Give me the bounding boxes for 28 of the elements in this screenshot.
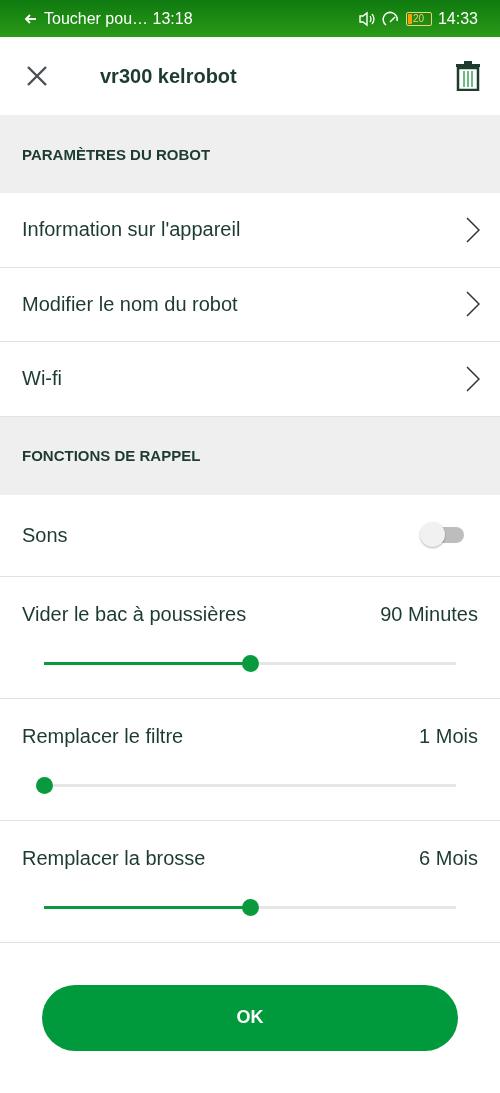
chevron-right-icon xyxy=(466,216,480,243)
setting-value: 1 Mois xyxy=(419,724,478,748)
setting-label: Remplacer le filtre xyxy=(22,724,184,748)
page-title: vr300 kelrobot xyxy=(100,64,237,88)
setting-label: Remplacer la brosse xyxy=(22,846,206,870)
ok-button[interactable]: OK xyxy=(42,984,458,1051)
chevron-right-icon xyxy=(466,365,480,392)
toggle-switch[interactable] xyxy=(420,521,466,549)
battery-icon: 20 xyxy=(405,11,432,26)
settings-item[interactable]: Wi-fi xyxy=(0,342,500,417)
chevron-right-icon xyxy=(466,291,480,318)
close-button[interactable] xyxy=(26,65,48,87)
settings-item[interactable]: Modifier le nom du robot xyxy=(0,267,500,342)
speedometer-icon xyxy=(381,10,400,27)
speaker-icon xyxy=(357,10,376,27)
setting-label: Sons xyxy=(22,523,68,547)
clock: 14:33 xyxy=(437,9,478,28)
section-header: PARAMÈTRES DU ROBOT xyxy=(0,115,500,193)
back-arrow-icon xyxy=(24,11,38,26)
settings-item[interactable]: Information sur l'appareil xyxy=(0,193,500,268)
delete-button[interactable] xyxy=(456,61,480,91)
setting-value: 6 Mois xyxy=(419,846,478,870)
section-header: FONCTIONS DE RAPPEL xyxy=(0,416,500,495)
setting-label: Vider le bac à poussières xyxy=(22,602,247,626)
notification-text: Toucher pou… 13:18 xyxy=(44,9,193,28)
trash-icon xyxy=(456,61,480,91)
close-icon xyxy=(26,65,48,87)
setting-value: 90 Minutes xyxy=(380,602,478,626)
